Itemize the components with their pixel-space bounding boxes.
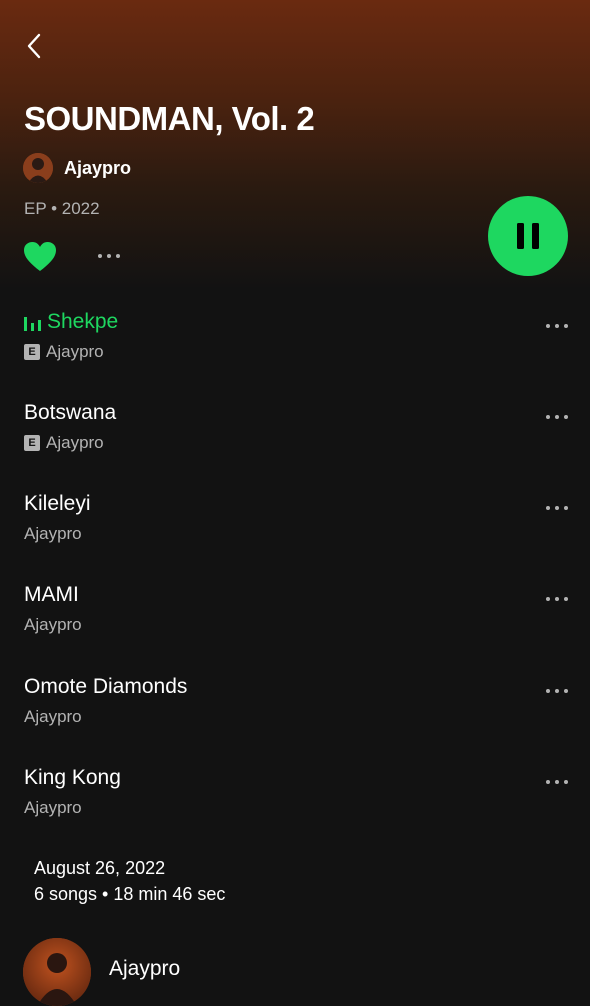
track-artist: Ajaypro: [24, 798, 82, 817]
track-title: Omote Diamonds: [24, 675, 188, 698]
track-title: Botswana: [24, 401, 117, 424]
track-subtitle: Ajaypro: [24, 798, 82, 818]
back-button[interactable]: [18, 30, 50, 62]
track-row[interactable]: Kileleyi Ajaypro: [0, 490, 590, 570]
explicit-badge: E: [24, 344, 40, 360]
more-horizontal-icon: [546, 324, 568, 328]
track-artist: Ajaypro: [24, 524, 82, 543]
chevron-left-icon: [27, 33, 41, 59]
more-horizontal-icon: [546, 689, 568, 693]
track-more-button[interactable]: [540, 587, 574, 611]
more-horizontal-icon: [546, 415, 568, 419]
album-more-button[interactable]: [92, 244, 126, 268]
track-row[interactable]: Shekpe E Ajaypro: [0, 308, 590, 388]
track-row[interactable]: King Kong Ajaypro: [0, 764, 590, 844]
track-title: Shekpe: [47, 310, 119, 333]
track-artist: Ajaypro: [46, 342, 104, 361]
track-artist: Ajaypro: [24, 615, 82, 634]
track-row[interactable]: Botswana E Ajaypro: [0, 399, 590, 479]
track-artist: Ajaypro: [24, 707, 82, 726]
track-subtitle: Ajaypro: [24, 615, 82, 635]
more-horizontal-icon: [546, 597, 568, 601]
artist-avatar-large: [23, 938, 91, 1006]
track-title: MAMI: [24, 583, 79, 606]
heart-icon: [24, 242, 56, 271]
album-meta: EP • 2022: [24, 199, 100, 218]
release-info: 6 songs • 18 min 46 sec: [34, 884, 226, 904]
artist-footer-name: Ajaypro: [109, 957, 181, 980]
more-horizontal-icon: [98, 254, 120, 258]
track-artist: Ajaypro: [46, 433, 104, 452]
track-more-button[interactable]: [540, 770, 574, 794]
album-artist-row[interactable]: Ajaypro: [23, 152, 131, 184]
equalizer-icon: [24, 317, 41, 331]
track-row[interactable]: MAMI Ajaypro: [0, 581, 590, 661]
track-more-button[interactable]: [540, 496, 574, 520]
track-title-playing: Shekpe: [24, 308, 118, 336]
track-subtitle: E Ajaypro: [24, 342, 104, 362]
explicit-badge: E: [24, 435, 40, 451]
track-title: King Kong: [24, 766, 121, 789]
play-pause-button[interactable]: [488, 196, 568, 276]
album-title: SOUNDMAN, Vol. 2: [24, 100, 315, 137]
track-title: Kileleyi: [24, 492, 91, 515]
track-more-button[interactable]: [540, 679, 574, 703]
like-button[interactable]: [22, 240, 58, 274]
track-subtitle: Ajaypro: [24, 524, 82, 544]
pause-icon: [517, 223, 539, 249]
album-artist-name: Ajaypro: [64, 157, 132, 178]
artist-avatar-small: [23, 153, 53, 183]
release-date: August 26, 2022: [34, 858, 166, 878]
artist-footer-link[interactable]: Ajaypro: [23, 938, 180, 1006]
track-more-button[interactable]: [540, 405, 574, 429]
track-row[interactable]: Omote Diamonds Ajaypro: [0, 673, 590, 753]
track-subtitle: Ajaypro: [24, 707, 82, 727]
track-subtitle: E Ajaypro: [24, 433, 104, 453]
track-more-button[interactable]: [540, 314, 574, 338]
more-horizontal-icon: [546, 780, 568, 784]
more-horizontal-icon: [546, 506, 568, 510]
